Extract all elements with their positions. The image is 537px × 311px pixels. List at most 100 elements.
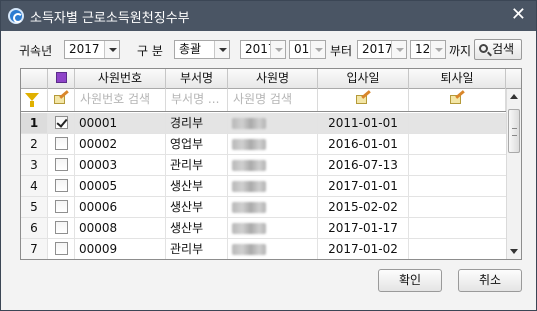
year-label: 귀속년 [19,44,53,58]
hire-date-cell: 2011-01-01 [318,113,409,133]
row-checkbox-cell[interactable] [48,113,75,133]
row-checkbox[interactable] [54,221,68,234]
vertical-scrollbar[interactable] [506,89,521,259]
leave-date-cell [409,239,496,259]
emp-no-cell: 00006 [75,197,166,217]
year-value: 2017 [69,42,100,56]
emp-no-cell: 00003 [75,155,166,175]
emp-no-cell: 00008 [75,218,166,238]
hire-date-cell: 2016-01-01 [318,134,409,154]
ok-button[interactable]: 확인 [378,269,442,292]
close-icon[interactable]: ✕ [511,6,526,24]
hire-date-cell: 2016-07-13 [318,155,409,175]
row-checkbox-cell[interactable] [48,155,75,175]
title-bar[interactable]: 소득자별 근로소득원천징수부 ✕ [1,1,536,31]
row-checkbox-cell[interactable] [48,176,75,196]
redacted-name [232,223,266,234]
emp-no-cell: 00001 [75,113,166,133]
scroll-thumb[interactable] [508,109,520,153]
to-year-select[interactable]: 2017 [357,40,407,59]
row-number: 2 [21,134,48,154]
filter-row: 사원번호 검색 부서명 ... 사원명 검색 [21,89,521,112]
edit-icon[interactable] [53,89,69,105]
chevron-down-icon[interactable] [430,41,445,58]
table-row[interactable]: 5 00006 생산부 2015-02-02 [21,197,506,218]
search-button[interactable]: 검색 [474,39,522,60]
header-spacer [506,69,521,89]
scroll-down-icon[interactable] [507,244,521,259]
emp-no-cell: 00005 [75,176,166,196]
row-number-header [21,69,48,89]
chevron-down-icon[interactable] [270,41,285,58]
select-all-icon[interactable] [55,72,67,83]
from-month-value: 01 [294,42,310,56]
chevron-down-icon[interactable] [310,41,325,58]
row-checkbox[interactable] [54,179,68,192]
table-row[interactable]: 1 00001 경리부 2011-01-01 [21,113,506,134]
dept-filter-input[interactable]: 부서명 ... [166,89,228,111]
redacted-name [232,181,266,192]
leave-date-cell [409,197,496,217]
dialog-window: 소득자별 근로소득원천징수부 ✕ 귀속년 2017 구 분 총괄 2017 01… [0,0,537,311]
row-checkbox[interactable] [54,116,68,129]
chevron-down-icon[interactable] [214,41,229,58]
hire-date-cell: 2017-01-02 [318,239,409,259]
row-checkbox-cell[interactable] [48,239,75,259]
dept-cell: 관리부 [166,155,228,175]
column-header-emp-no[interactable]: 사원번호 [75,69,166,89]
chevron-down-icon[interactable] [391,41,406,58]
filter-icon[interactable] [25,93,39,107]
cancel-button[interactable]: 취소 [458,269,522,292]
from-month-select[interactable]: 01 [289,40,326,59]
filter-cell-check[interactable] [48,89,75,111]
row-number: 6 [21,218,48,238]
name-cell [228,155,318,175]
chevron-down-icon[interactable] [104,41,119,58]
to-month-value: 12 [415,42,431,56]
row-checkbox[interactable] [54,242,68,255]
table-row[interactable]: 6 00008 생산부 2017-01-17 [21,218,506,239]
leave-date-cell [409,155,496,175]
name-cell [228,176,318,196]
table-row[interactable]: 7 00009 관리부 2017-01-02 [21,239,506,259]
row-checkbox-cell[interactable] [48,197,75,217]
edit-icon[interactable] [449,89,465,105]
column-header-hire-date[interactable]: 입사일 [318,69,409,89]
row-number: 7 [21,239,48,259]
row-checkbox-cell[interactable] [48,134,75,154]
hire-date-filter[interactable] [318,89,409,111]
name-cell [228,113,318,133]
from-year-select[interactable]: 2017 [240,40,286,59]
edit-icon[interactable] [355,89,371,105]
hire-date-cell: 2015-02-02 [318,197,409,217]
year-select[interactable]: 2017 [64,40,120,59]
filter-cell-rownum[interactable] [21,89,48,111]
row-number: 1 [21,113,48,133]
leave-date-cell [409,176,496,196]
column-header-name[interactable]: 사원명 [228,69,318,89]
row-checkbox[interactable] [54,200,68,213]
table-row[interactable]: 2 00002 영업부 2016-01-01 [21,134,506,155]
select-all-header[interactable] [48,69,75,89]
category-label: 구 분 [137,44,163,58]
row-number: 5 [21,197,48,217]
column-header-dept[interactable]: 부서명 [166,69,228,89]
hire-date-cell: 2017-01-01 [318,176,409,196]
table-row[interactable]: 4 00005 생산부 2017-01-01 [21,176,506,197]
table-row[interactable]: 3 00003 관리부 2016-07-13 [21,155,506,176]
category-select[interactable]: 총괄 [174,40,230,59]
emp-no-filter-input[interactable]: 사원번호 검색 [75,89,166,111]
leave-date-filter[interactable] [409,89,506,111]
row-checkbox[interactable] [54,137,68,150]
emp-no-cell: 00009 [75,239,166,259]
row-checkbox[interactable] [54,158,68,171]
name-cell [228,218,318,238]
to-month-select[interactable]: 12 [410,40,446,59]
redacted-name [232,139,266,150]
redacted-name [232,244,266,255]
scroll-up-icon[interactable] [507,89,521,104]
window-title: 소득자별 근로소득원천징수부 [30,10,190,26]
row-checkbox-cell[interactable] [48,218,75,238]
column-header-leave-date[interactable]: 퇴사일 [409,69,506,89]
name-filter-input[interactable]: 사원명 검색 [228,89,318,111]
